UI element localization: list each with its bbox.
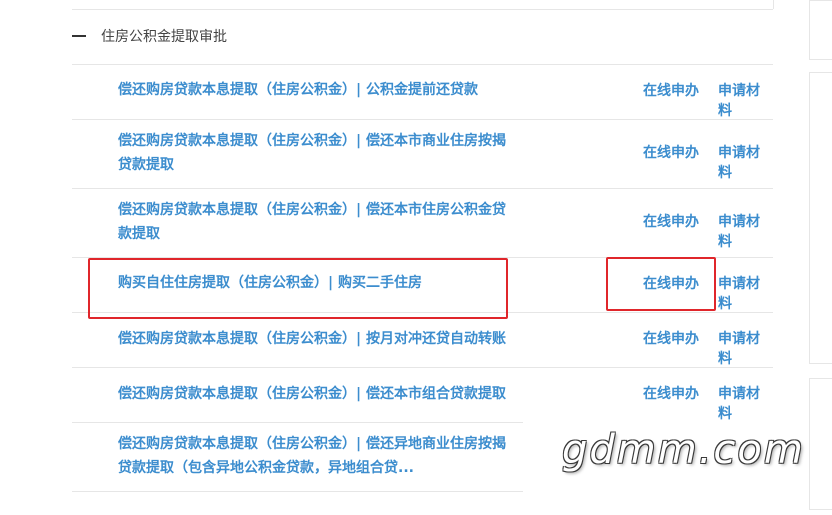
- side-panel-bottom: [809, 378, 832, 510]
- apply-online-link[interactable]: 在线申办: [643, 143, 699, 163]
- collapse-icon[interactable]: [72, 35, 86, 37]
- materials-link[interactable]: 申请材料: [718, 81, 773, 121]
- materials-link[interactable]: 申请材料: [718, 274, 773, 314]
- service-link[interactable]: 偿还购房贷款本息提取（住房公积金）| 按月对冲还贷自动转账: [118, 327, 513, 351]
- list-item: 偿还购房贷款本息提取（住房公积金）| 偿还本市组合贷款提取 在线申办 申请材料: [72, 367, 773, 422]
- row-divider: [72, 491, 523, 492]
- highlight-box-service: [88, 258, 508, 319]
- section-title: 住房公积金提取审批: [101, 29, 227, 45]
- list-item: 偿还购房贷款本息提取（住房公积金）| 偿还本市商业住房按揭贷款提取 在线申办 申…: [72, 119, 773, 188]
- materials-link[interactable]: 申请材料: [718, 143, 773, 183]
- apply-online-link[interactable]: 在线申办: [643, 384, 699, 404]
- apply-online-link[interactable]: 在线申办: [643, 212, 699, 232]
- apply-online-link[interactable]: 在线申办: [643, 329, 699, 349]
- service-link[interactable]: 偿还购房贷款本息提取（住房公积金）| 偿还异地商业住房按揭贷款提取（包含异地公积…: [118, 432, 513, 480]
- watermark-logo: gdmm.com: [562, 427, 805, 473]
- service-link[interactable]: 偿还购房贷款本息提取（住房公积金）| 偿还本市住房公积金贷款提取: [118, 198, 513, 246]
- list-item: 偿还购房贷款本息提取（住房公积金）| 偿还本市住房公积金贷款提取 在线申办 申请…: [72, 188, 773, 257]
- side-panel-top: [809, 0, 832, 60]
- list-item: 偿还购房贷款本息提取（住房公积金）| 公积金提前还贷款 在线申办 申请材料: [72, 64, 773, 119]
- section-header[interactable]: 住房公积金提取审批: [72, 22, 772, 52]
- highlight-box-apply: [606, 257, 716, 311]
- apply-online-link[interactable]: 在线申办: [643, 81, 699, 101]
- right-edge-divider: [773, 0, 774, 9]
- service-link[interactable]: 偿还购房贷款本息提取（住房公积金）| 偿还本市组合贷款提取: [118, 382, 513, 406]
- materials-link[interactable]: 申请材料: [718, 212, 773, 252]
- list-item: 偿还购房贷款本息提取（住房公积金）| 按月对冲还贷自动转账 在线申办 申请材料: [72, 312, 773, 367]
- materials-link[interactable]: 申请材料: [718, 329, 773, 369]
- side-panel-middle: [809, 72, 832, 364]
- top-divider: [72, 9, 773, 10]
- service-link[interactable]: 偿还购房贷款本息提取（住房公积金）| 公积金提前还贷款: [118, 78, 513, 102]
- service-link[interactable]: 偿还购房贷款本息提取（住房公积金）| 偿还本市商业住房按揭贷款提取: [118, 129, 513, 177]
- materials-link[interactable]: 申请材料: [718, 384, 773, 424]
